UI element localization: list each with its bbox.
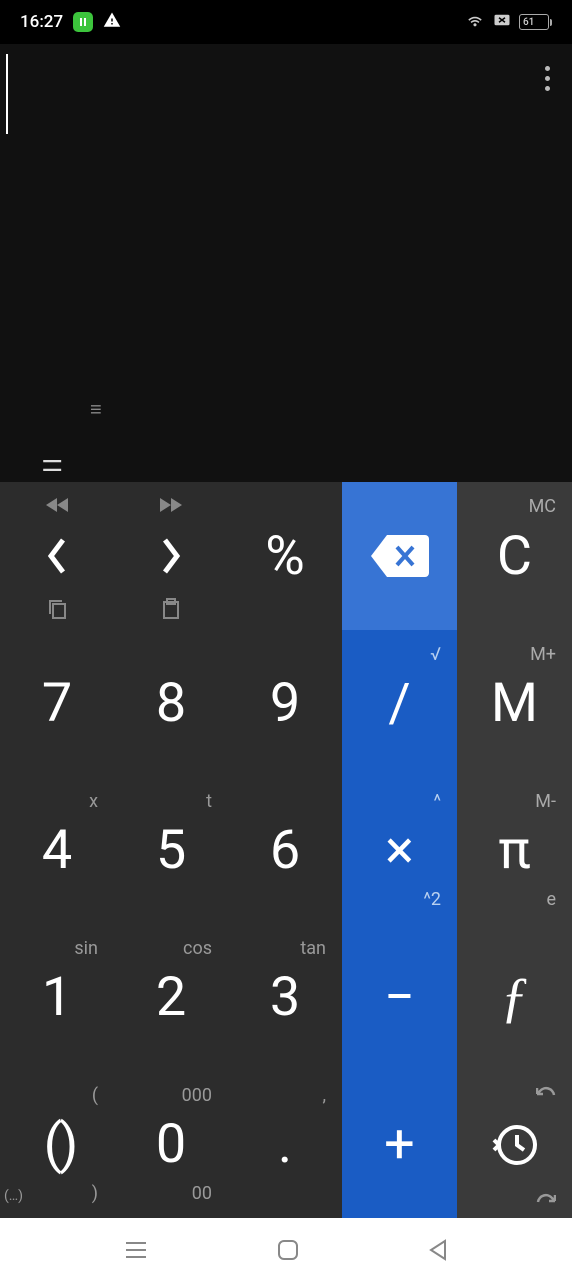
digit-5-key[interactable]: t 5 — [114, 777, 228, 924]
key-label: 8 — [156, 672, 186, 735]
double-zero-label: 00 — [192, 1183, 212, 1204]
chevron-right-icon — [159, 536, 183, 576]
key-label: / — [388, 672, 410, 735]
pi-key[interactable]: M- π e — [457, 777, 572, 924]
cursor-left-key[interactable] — [0, 482, 114, 630]
percent-key[interactable]: % — [228, 482, 342, 630]
clipboard-icon — [162, 598, 180, 620]
key-label: − — [384, 966, 415, 1029]
system-nav-bar — [0, 1218, 572, 1280]
key-label: 9 — [270, 672, 300, 735]
digit-0-key[interactable]: 000 0 00 — [114, 1071, 228, 1218]
chevron-left-icon — [45, 536, 69, 576]
key-label: × — [385, 819, 414, 882]
key-label: 7 — [42, 672, 72, 735]
backspace-icon — [371, 535, 429, 577]
mute-icon — [493, 12, 511, 33]
clear-key[interactable]: MC C — [457, 482, 572, 630]
nav-home-icon[interactable] — [277, 1239, 299, 1261]
parentheses-key[interactable]: ( ( ) ) (…) — [0, 1071, 114, 1218]
status-bar: 16:27 61 — [0, 0, 572, 44]
multiply-key[interactable]: ^ × ^2 — [342, 777, 457, 924]
close-paren-label: ) — [92, 1183, 98, 1204]
digit-3-key[interactable]: tan 3 — [228, 924, 342, 1071]
digit-4-key[interactable]: x 4 — [0, 777, 114, 924]
key-label: 4 — [42, 819, 72, 882]
decimal-key[interactable]: , . — [228, 1071, 342, 1218]
memory-key[interactable]: M+ M — [457, 630, 572, 777]
key-label: 6 — [270, 819, 300, 882]
redo-icon — [536, 1192, 556, 1204]
mplus-label: M+ — [530, 644, 556, 665]
small-menu-icon: ≡ — [90, 399, 102, 419]
t-label: t — [206, 791, 212, 812]
key-label: M — [491, 672, 538, 735]
calculator-display: ≡ = — [0, 44, 572, 482]
key-label: ( ) — [44, 1113, 71, 1176]
history-icon — [491, 1121, 539, 1169]
divide-key[interactable]: √ / — [342, 630, 457, 777]
digit-7-key[interactable]: 7 — [0, 630, 114, 777]
nav-menu-icon[interactable] — [124, 1241, 148, 1259]
key-label: 3 — [270, 966, 300, 1029]
cos-label: cos — [183, 938, 212, 959]
nav-back-icon[interactable] — [428, 1239, 448, 1261]
key-label: 5 — [156, 819, 186, 882]
clock: 16:27 — [20, 12, 63, 32]
key-label: 1 — [42, 966, 72, 1029]
app-badge-icon — [73, 12, 93, 32]
sqrt-label: √ — [430, 644, 441, 665]
square-label: ^2 — [423, 889, 441, 910]
cursor-right-key[interactable] — [114, 482, 228, 630]
backspace-key[interactable] — [342, 482, 457, 630]
e-label: e — [546, 889, 556, 910]
plus-key[interactable]: + — [342, 1071, 457, 1218]
digit-1-key[interactable]: sin 1 — [0, 924, 114, 1071]
function-key[interactable]: ƒ — [457, 924, 572, 1071]
x-label: x — [89, 791, 98, 812]
mc-label: MC — [529, 496, 556, 517]
key-label: C — [497, 525, 532, 588]
wifi-icon — [465, 12, 485, 33]
overflow-menu-icon[interactable] — [545, 66, 550, 91]
battery-icon: 61 — [519, 14, 552, 30]
warning-icon — [103, 11, 121, 34]
key-label: 2 — [156, 966, 186, 1029]
input-cursor[interactable] — [6, 54, 8, 134]
digit-8-key[interactable]: 8 — [114, 630, 228, 777]
sin-label: sin — [74, 938, 98, 959]
copy-icon — [47, 598, 67, 620]
key-label: ƒ — [501, 966, 529, 1030]
keypad: % MC C 7 8 9 √ / M+ M x 4 t 5 6 ^ × ^2 M… — [0, 482, 572, 1218]
key-label: + — [384, 1113, 415, 1176]
mminus-label: M- — [535, 791, 556, 812]
rewind-icon — [46, 498, 68, 512]
history-key[interactable] — [457, 1071, 572, 1218]
digit-9-key[interactable]: 9 — [228, 630, 342, 777]
triple-zero-label: 000 — [182, 1085, 212, 1106]
power-label: ^ — [433, 791, 441, 812]
ellipsis-paren-label: (…) — [4, 1188, 23, 1204]
key-label: π — [498, 819, 530, 882]
key-label: % — [265, 525, 305, 588]
minus-key[interactable]: − — [342, 924, 457, 1071]
key-label: . — [278, 1113, 292, 1176]
key-label: 0 — [156, 1113, 186, 1176]
forward-icon — [160, 498, 182, 512]
status-left: 16:27 — [20, 11, 121, 34]
tan-label: tan — [300, 938, 326, 959]
open-paren-label: ( — [92, 1085, 98, 1106]
digit-2-key[interactable]: cos 2 — [114, 924, 228, 1071]
status-right: 61 — [465, 12, 552, 33]
comma-label: , — [322, 1085, 326, 1106]
undo-icon — [536, 1085, 556, 1097]
digit-6-key[interactable]: 6 — [228, 777, 342, 924]
